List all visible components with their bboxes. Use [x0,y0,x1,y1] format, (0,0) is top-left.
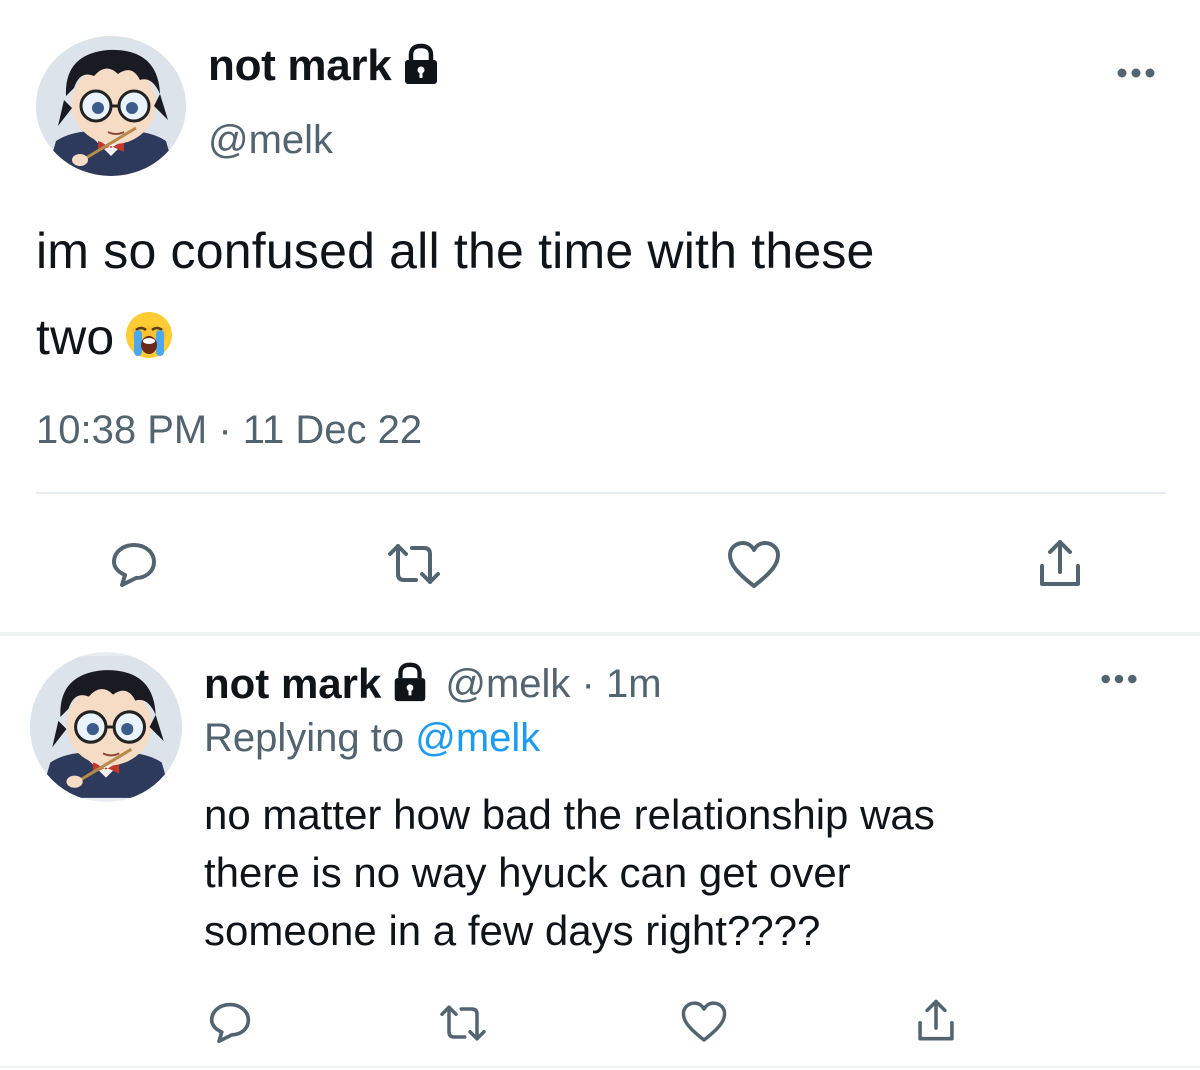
loudly-crying-face-icon [124,300,174,386]
lock-icon [389,661,431,708]
avatar[interactable] [36,36,186,176]
tweet-text-line-with-emoji: two [36,294,1166,386]
display-name[interactable]: not mark [208,41,392,91]
lock-icon [399,42,443,91]
handle[interactable]: @melk [208,118,333,163]
reply-text: no matter how bad the relationship was t… [204,786,1164,960]
divider [0,1066,1200,1068]
tweet-text-line: two [36,309,115,365]
more-icon[interactable] [1116,66,1156,84]
reply-icon[interactable] [208,1000,252,1049]
more-icon[interactable] [1100,672,1138,690]
share-icon[interactable] [914,998,958,1049]
tweet-timestamp[interactable]: 10:38 PM · 11 Dec 22 [36,408,422,453]
tweet-text: im so confused all the time with these t… [36,208,1166,386]
share-icon[interactable] [1036,538,1084,595]
main-tweet: not mark @melk im so confused all the ti… [0,0,1200,632]
author-name-row: not mark [208,40,443,92]
reply-icon[interactable] [110,540,158,593]
reply-text-line: someone in a few days right???? [204,907,821,954]
avatar[interactable] [30,652,182,802]
replying-to-label: Replying to [204,716,405,760]
heart-icon[interactable] [726,540,782,595]
reply-header: not mark @melk · 1m [204,656,662,712]
reply-text-line: there is no way hyuck can get over [204,849,851,896]
heart-icon[interactable] [680,1000,728,1049]
reply-text-line: no matter how bad the relationship was [204,791,935,838]
divider [36,492,1166,494]
display-name[interactable]: not mark [204,660,381,708]
retweet-icon[interactable] [438,1002,488,1049]
replying-to-link[interactable]: @melk [415,716,540,760]
tweet-text-line: im so confused all the time with these [36,223,875,279]
tweet-thread-screen: not mark @melk im so confused all the ti… [0,0,1200,1070]
avatar-image [36,36,186,176]
replying-to-line: Replying to @melk [204,716,540,761]
retweet-icon[interactable] [386,540,442,593]
handle-and-time[interactable]: @melk · 1m [445,662,661,707]
divider [0,632,1200,636]
avatar-image [30,656,182,798]
